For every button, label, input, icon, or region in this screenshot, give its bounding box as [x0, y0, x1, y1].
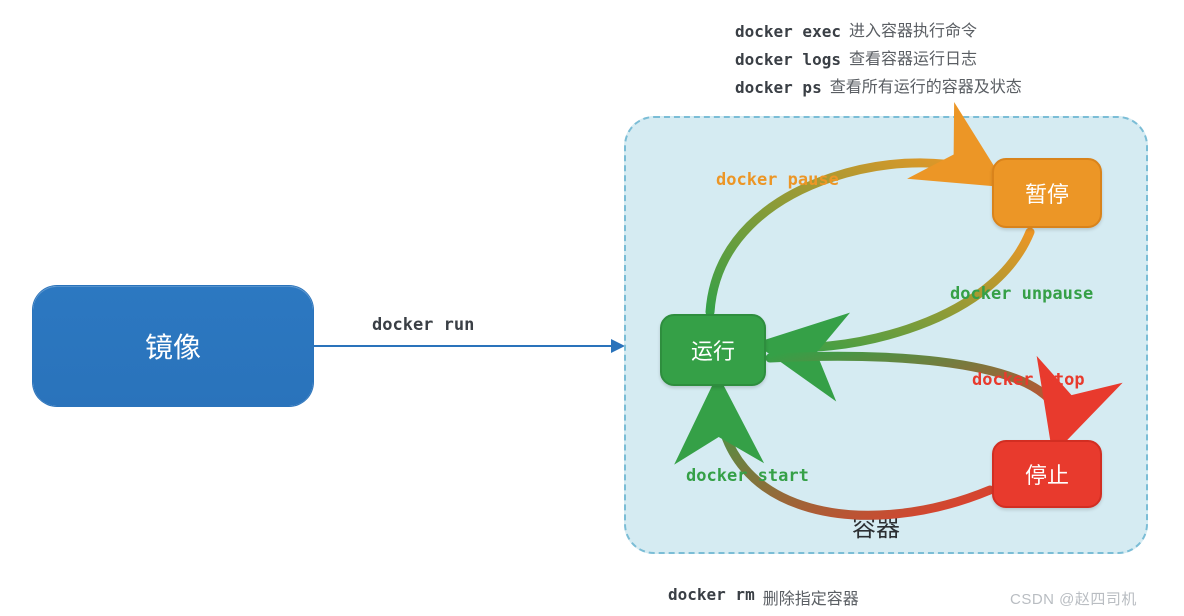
edge-label-start: docker start: [686, 466, 809, 486]
cmd-logs-desc: 查看容器运行日志: [849, 46, 977, 74]
edge-label-pause: docker pause: [716, 170, 839, 190]
arrow-shaft: [313, 345, 613, 347]
cmd-rm-desc: 删除指定容器: [763, 585, 859, 609]
cmd-logs: docker logs: [735, 46, 841, 74]
edge-label-unpause: docker unpause: [950, 284, 1093, 304]
cmd-rm-row: docker rm 删除指定容器: [668, 585, 859, 609]
image-node-label: 镜像: [145, 326, 201, 366]
watermark-text: CSDN @赵四司机: [1010, 588, 1137, 609]
paused-node-label: 暂停: [1025, 177, 1069, 209]
run-arrow: [313, 345, 623, 347]
edge-label-stop: docker stop: [972, 370, 1085, 390]
run-edge-label: docker run: [372, 315, 474, 335]
arrow-head-icon: [611, 339, 625, 353]
paused-node: 暂停: [992, 158, 1102, 228]
stopped-node: 停止: [992, 440, 1102, 508]
cmd-exec-row: docker exec 进入容器执行命令: [735, 18, 1022, 46]
cmd-exec: docker exec: [735, 18, 841, 46]
container-title: 容器: [852, 508, 900, 543]
running-node-label: 运行: [691, 334, 735, 366]
cmd-ps: docker ps: [735, 74, 822, 102]
running-node: 运行: [660, 314, 766, 386]
stopped-node-label: 停止: [1025, 458, 1069, 490]
cmd-rm: docker rm: [668, 585, 755, 609]
cmd-ps-desc: 查看所有运行的容器及状态: [830, 74, 1022, 102]
cmd-exec-desc: 进入容器执行命令: [849, 18, 977, 46]
image-node: 镜像: [33, 286, 313, 406]
cmd-ps-row: docker ps 查看所有运行的容器及状态: [735, 74, 1022, 102]
command-list: docker exec 进入容器执行命令 docker logs 查看容器运行日…: [735, 18, 1022, 102]
cmd-logs-row: docker logs 查看容器运行日志: [735, 46, 1022, 74]
